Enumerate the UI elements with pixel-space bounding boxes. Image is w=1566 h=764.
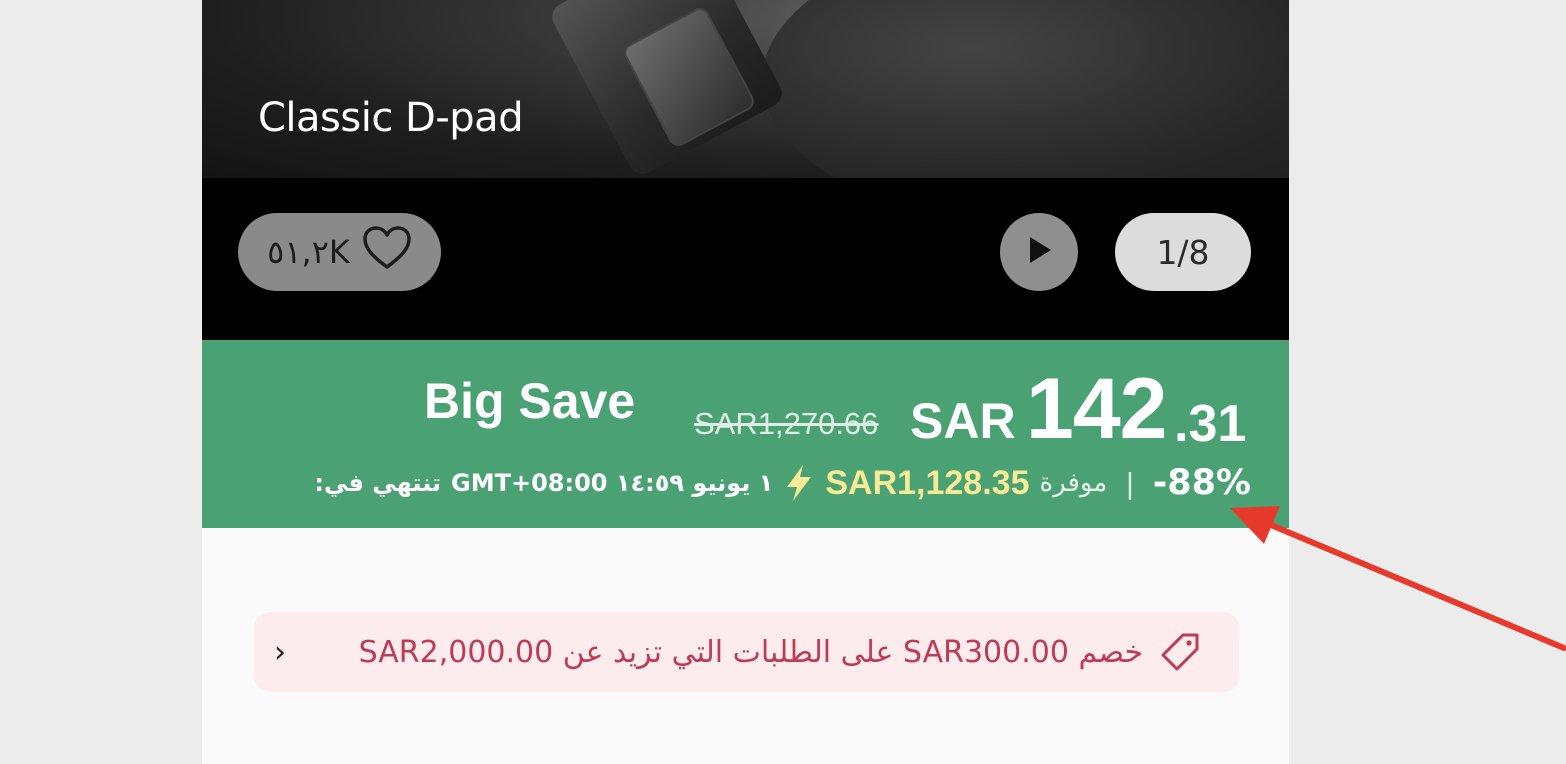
promo-label: Big Save — [424, 373, 636, 429]
currency-label: SAR — [910, 393, 1016, 449]
product-image[interactable]: Classic D-pad — [202, 0, 1289, 178]
saved-label: موفرة — [1039, 468, 1108, 498]
like-count: ٥١,٢K — [267, 233, 350, 271]
discount-info-row: -88% | موفرة SAR1,128.35 ١ يونيو ١٤:٥٩ G… — [232, 458, 1251, 508]
saved-amount: SAR1,128.35 — [825, 463, 1030, 502]
play-icon — [1024, 234, 1054, 270]
chevron-icon: ‹ — [274, 634, 286, 670]
red-arrow-icon — [1230, 506, 1566, 651]
deal-deadline: ١ يونيو ١٤:٥٩ GMT+08:00 — [451, 469, 774, 497]
coupon-offer[interactable]: خصم SAR300.00 على الطلبات التي تزيد عن S… — [254, 612, 1239, 692]
coupon-text: خصم SAR300.00 على الطلبات التي تزيد عن S… — [358, 634, 1143, 670]
image-counter: 1/8 — [1115, 213, 1251, 291]
tag-icon — [1159, 631, 1201, 673]
image-caption: Classic D-pad — [258, 95, 524, 141]
lightning-icon — [783, 463, 815, 503]
price-decimal: .31 — [1174, 395, 1247, 453]
heart-icon — [362, 225, 412, 279]
original-price: SAR1,270.66 — [694, 406, 879, 441]
separator: | — [1125, 466, 1135, 500]
price-integer: 142 — [1026, 361, 1167, 457]
like-button[interactable]: ٥١,٢K — [238, 213, 441, 291]
price-banner: Big Save SAR1,270.66 SAR 142 .31 -88% | … — [202, 340, 1289, 528]
deal-ends-label: تنتهي في: — [314, 469, 442, 497]
image-shape — [762, 0, 1289, 178]
discount-percent: -88% — [1152, 463, 1251, 503]
product-screen: Classic D-pad ٥١,٢K 1/8 Big Save SAR1,27… — [202, 0, 1289, 764]
play-video-button[interactable] — [1000, 213, 1078, 291]
